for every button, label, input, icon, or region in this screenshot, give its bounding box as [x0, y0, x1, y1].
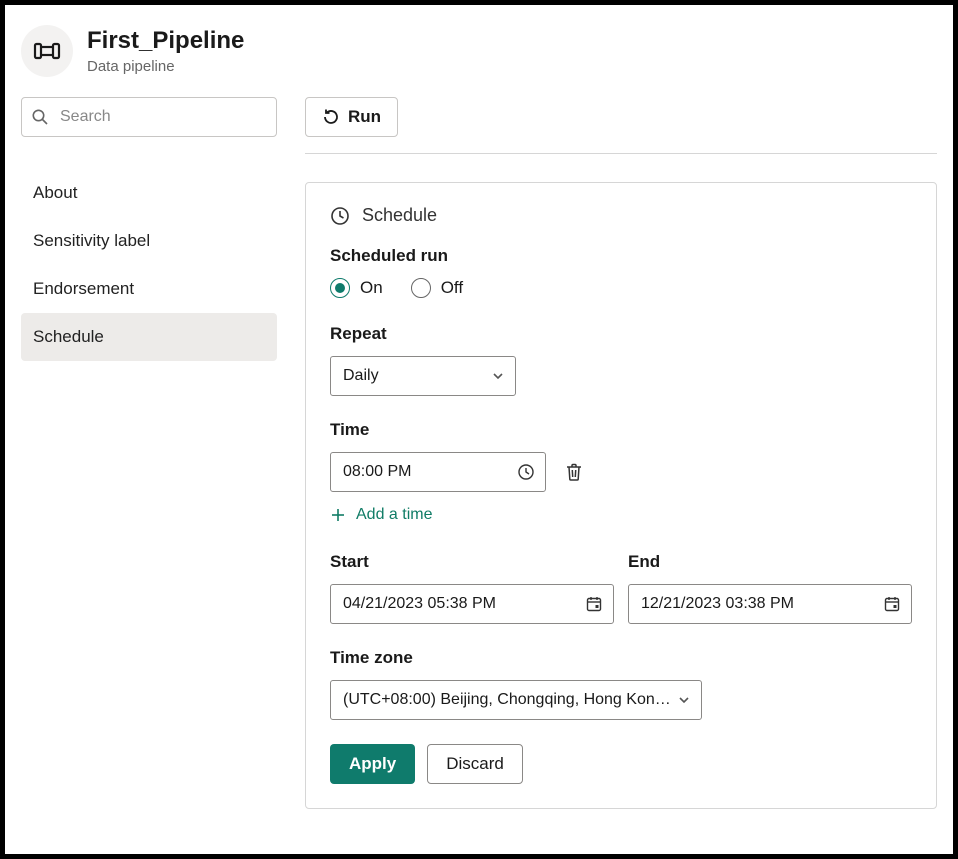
page-title: First_Pipeline: [87, 27, 244, 56]
sidebar-item-endorsement[interactable]: Endorsement: [21, 265, 277, 313]
calendar-icon: [585, 595, 603, 613]
scheduled-run-label: Scheduled run: [330, 246, 912, 266]
sidebar-item-sensitivity-label[interactable]: Sensitivity label: [21, 217, 277, 265]
sidebar: About Sensitivity label Endorsement Sche…: [21, 97, 277, 838]
time-label: Time: [330, 420, 912, 440]
sidebar-item-about[interactable]: About: [21, 169, 277, 217]
search-input[interactable]: [21, 97, 277, 137]
divider: [305, 153, 937, 154]
end-value: 12/21/2023 03:38 PM: [641, 595, 794, 613]
radio-off-label: Off: [441, 278, 463, 298]
panel-title-label: Schedule: [362, 205, 437, 226]
apply-button[interactable]: Apply: [330, 744, 415, 784]
sidebar-item-label: Endorsement: [33, 279, 134, 298]
discard-button[interactable]: Discard: [427, 744, 523, 784]
clock-icon: [517, 463, 535, 481]
radio-on-label: On: [360, 278, 383, 298]
delete-time-button[interactable]: [560, 458, 588, 486]
schedule-panel: Schedule Scheduled run On Off: [305, 182, 937, 809]
run-button[interactable]: Run: [305, 97, 398, 137]
sidebar-item-label: Schedule: [33, 327, 104, 346]
start-datetime-input[interactable]: 04/21/2023 05:38 PM: [330, 584, 614, 624]
timezone-value: (UTC+08:00) Beijing, Chongqing, Hong Kon…: [343, 691, 671, 709]
clock-icon: [330, 206, 350, 226]
end-datetime-input[interactable]: 12/21/2023 03:38 PM: [628, 584, 912, 624]
chevron-down-icon: [677, 693, 691, 707]
plus-icon: [330, 507, 346, 523]
timezone-dropdown[interactable]: (UTC+08:00) Beijing, Chongqing, Hong Kon…: [330, 680, 702, 720]
start-value: 04/21/2023 05:38 PM: [343, 595, 496, 613]
add-time-button[interactable]: Add a time: [330, 506, 432, 524]
apply-label: Apply: [349, 754, 396, 773]
end-label: End: [628, 552, 912, 572]
scheduled-run-on-radio[interactable]: On: [330, 278, 383, 298]
pipeline-icon: [21, 25, 73, 77]
trash-icon: [564, 462, 584, 482]
add-time-label: Add a time: [356, 506, 432, 524]
sidebar-item-label: About: [33, 183, 77, 202]
time-value: 08:00 PM: [343, 463, 411, 481]
timezone-label: Time zone: [330, 648, 912, 668]
sidebar-item-schedule[interactable]: Schedule: [21, 313, 277, 361]
calendar-icon: [883, 595, 901, 613]
repeat-dropdown[interactable]: Daily: [330, 356, 516, 396]
sidebar-item-label: Sensitivity label: [33, 231, 150, 250]
repeat-label: Repeat: [330, 324, 912, 344]
page-subtitle: Data pipeline: [87, 58, 244, 75]
discard-label: Discard: [446, 754, 504, 773]
start-label: Start: [330, 552, 614, 572]
time-input[interactable]: 08:00 PM: [330, 452, 546, 492]
chevron-down-icon: [491, 369, 505, 383]
page-header: First_Pipeline Data pipeline: [21, 25, 937, 77]
scheduled-run-off-radio[interactable]: Off: [411, 278, 463, 298]
refresh-icon: [322, 108, 340, 126]
run-button-label: Run: [348, 107, 381, 127]
repeat-value: Daily: [343, 367, 379, 385]
search-icon: [31, 108, 49, 126]
